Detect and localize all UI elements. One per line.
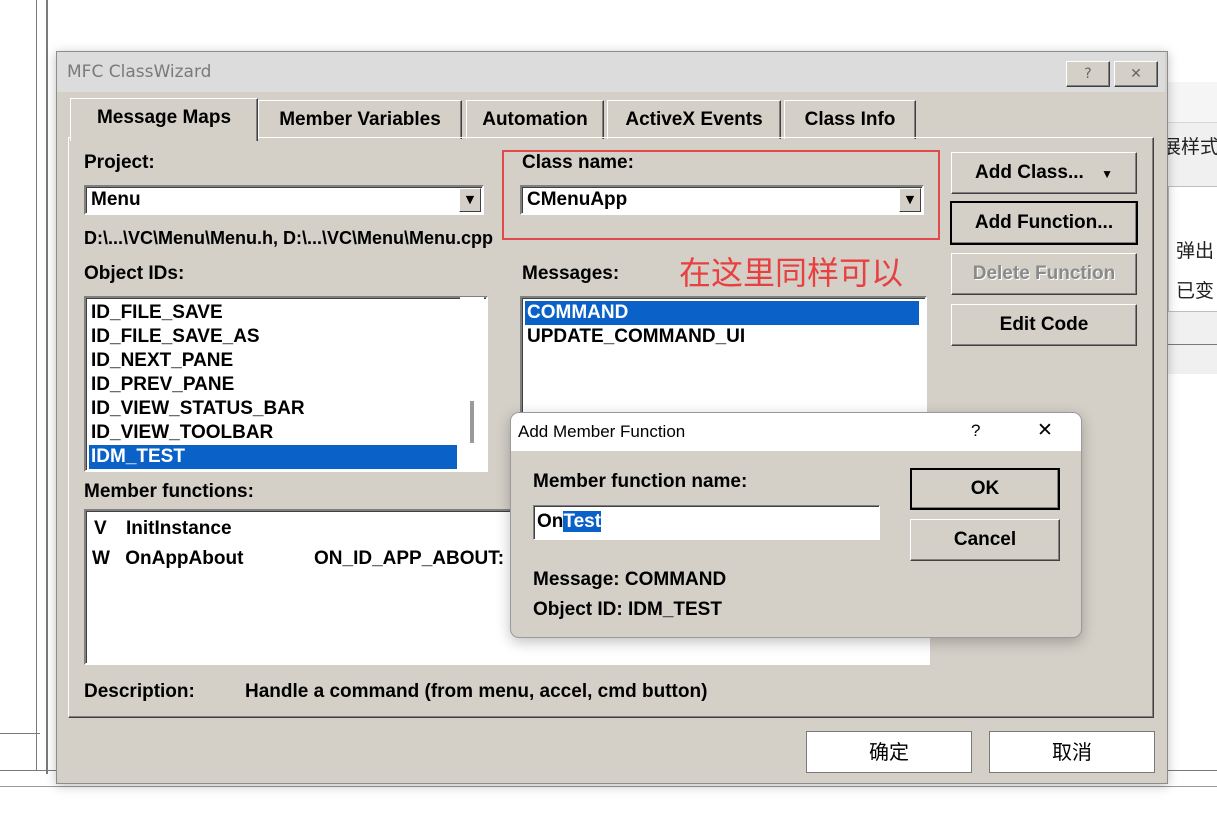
member-function-name-label: Member function name: <box>533 471 748 492</box>
close-icon: ✕ <box>1130 66 1142 82</box>
message-info: Message: COMMAND <box>533 569 727 590</box>
function-name: InitInstance <box>125 518 232 539</box>
delete-function-button[interactable]: Delete Function <box>951 253 1137 295</box>
list-item[interactable]: ID_NEXT_PANE <box>89 349 233 373</box>
file-path-text: D:\...\VC\Menu\Menu.h, D:\...\VC\Menu\Me… <box>84 228 493 248</box>
edit-code-button[interactable]: Edit Code <box>951 304 1137 346</box>
member-function-row[interactable]: W OnAppAbout ON_ID_APP_ABOUT: <box>90 547 504 571</box>
input-selected-text: Test <box>563 511 602 532</box>
background-divider <box>0 770 56 771</box>
tab-message-maps[interactable]: Message Maps <box>70 98 258 141</box>
add-function-button[interactable]: Add Function... <box>950 201 1138 245</box>
project-value: Menu <box>91 189 141 210</box>
list-item[interactable]: UPDATE_COMMAND_UI <box>525 325 745 349</box>
background-text: 展样式 <box>1162 136 1217 158</box>
popup-title: Add Member Function <box>518 422 686 441</box>
background-window-left <box>0 0 48 774</box>
popup-ok-button[interactable]: OK <box>910 468 1060 510</box>
function-type: V <box>94 518 107 539</box>
background-text: 已变 <box>1176 280 1215 302</box>
ok-button[interactable]: 确定 <box>806 731 972 773</box>
dialog-title: MFC ClassWizard <box>67 62 212 82</box>
background-divider <box>0 733 40 734</box>
annotation-text: 在这里同样可以 <box>679 254 904 292</box>
close-icon[interactable]: ✕ <box>1037 419 1053 441</box>
tab-automation[interactable]: Automation <box>466 100 604 139</box>
member-function-name-input[interactable]: OnTest <box>533 505 880 540</box>
tab-activex-events[interactable]: ActiveX Events <box>607 100 781 139</box>
input-prefix: On <box>537 511 564 532</box>
help-button[interactable]: ? <box>1066 61 1110 87</box>
function-type: W <box>92 548 110 569</box>
function-name: OnAppAbout <box>125 548 244 569</box>
list-item[interactable]: ID_FILE_SAVE_AS <box>89 325 260 349</box>
input-text: OnTest <box>537 510 602 534</box>
add-member-function-dialog: Add Member Function ? ✕ Member function … <box>510 412 1082 638</box>
background-divider <box>1166 770 1217 771</box>
description-text: Handle a command (from menu, accel, cmd … <box>245 681 708 702</box>
object-ids-list[interactable]: ID_FILE_SAVE ID_FILE_SAVE_AS ID_NEXT_PAN… <box>84 296 488 472</box>
background-window-right-title <box>1166 82 1217 123</box>
add-class-label: Add Class... <box>975 162 1084 183</box>
help-icon[interactable]: ? <box>971 421 980 441</box>
member-function-row[interactable]: V InitInstance <box>92 517 232 541</box>
scrollbar-thumb[interactable] <box>470 401 474 443</box>
dialog-titlebar <box>57 52 1165 92</box>
member-functions-label: Member functions: <box>84 481 254 502</box>
add-class-button[interactable]: Add Class... ▼ <box>951 152 1137 194</box>
list-item-selected[interactable]: IDM_TEST <box>89 445 457 469</box>
list-item[interactable]: ID_VIEW_TOOLBAR <box>89 421 273 445</box>
list-item[interactable]: ID_VIEW_STATUS_BAR <box>89 397 305 421</box>
background-text: 弹出 <box>1176 240 1215 262</box>
highlight-annotation-box <box>502 150 940 240</box>
list-item[interactable]: ID_PREV_PANE <box>89 373 234 397</box>
background-divider <box>0 786 1217 787</box>
help-icon: ? <box>1084 66 1092 82</box>
background-divider <box>1168 344 1217 345</box>
object-ids-label: Object IDs: <box>84 263 185 284</box>
project-label: Project: <box>84 152 155 173</box>
dropdown-arrow-icon: ▼ <box>1101 167 1113 181</box>
tab-class-info[interactable]: Class Info <box>784 100 916 139</box>
object-id-info: Object ID: IDM_TEST <box>533 599 722 620</box>
popup-cancel-button[interactable]: Cancel <box>910 519 1060 561</box>
cancel-button[interactable]: 取消 <box>989 731 1155 773</box>
list-item[interactable]: ID_FILE_SAVE <box>89 301 223 325</box>
tab-member-variables[interactable]: Member Variables <box>258 100 462 139</box>
function-handler: ON_ID_APP_ABOUT: <box>314 548 505 569</box>
list-item-selected[interactable]: COMMAND <box>525 301 919 325</box>
description-label: Description: <box>84 681 195 702</box>
messages-label: Messages: <box>522 263 620 284</box>
close-button[interactable]: ✕ <box>1114 61 1158 87</box>
project-combo[interactable]: Menu ▼ <box>84 185 484 215</box>
dropdown-arrow-icon[interactable]: ▼ <box>459 188 481 212</box>
